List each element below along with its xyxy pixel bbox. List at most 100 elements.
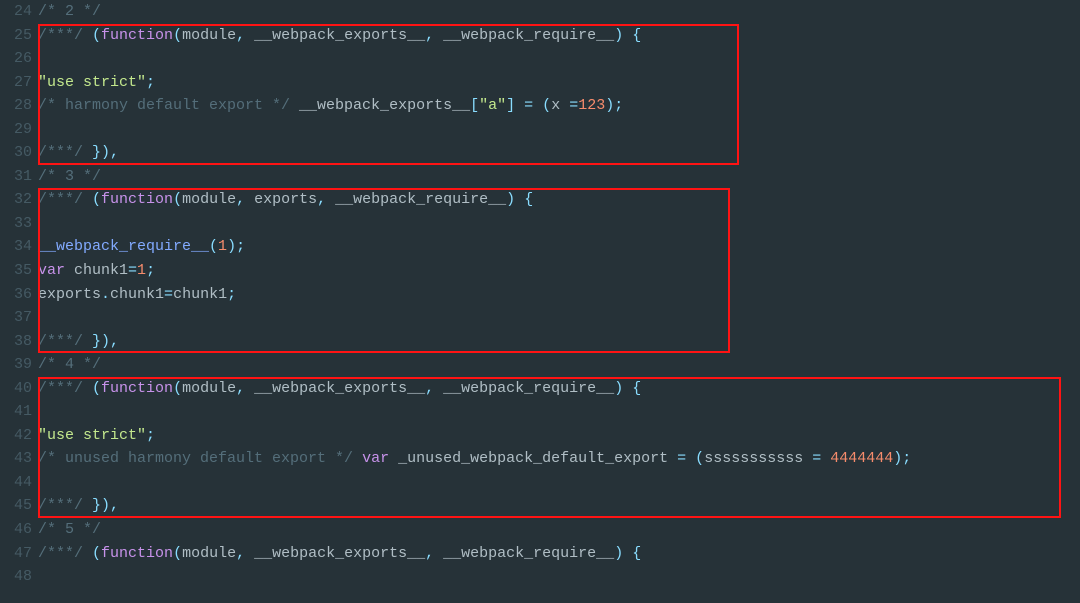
token-punc: ) — [614, 380, 623, 397]
token-punc: ] — [506, 97, 515, 114]
line-number: 31 — [0, 165, 32, 189]
token-default: __webpack_require__ — [443, 380, 614, 397]
token-punc: ); — [893, 450, 911, 467]
token-punc: = — [569, 97, 578, 114]
line-number: 37 — [0, 306, 32, 330]
line-number: 29 — [0, 118, 32, 142]
code-line: /***/ (function(module, __webpack_export… — [38, 24, 1080, 48]
code-line: /***/ (function(module, exports, __webpa… — [38, 188, 1080, 212]
token-number: 1 — [137, 262, 146, 279]
token-punc: ( — [209, 238, 218, 255]
token-default — [83, 144, 92, 161]
token-punc: { — [632, 380, 641, 397]
token-punc: }), — [92, 333, 119, 350]
token-punc: ; — [146, 262, 155, 279]
token-punc: , — [425, 27, 443, 44]
token-default: sssssssssss — [704, 450, 812, 467]
token-comment: /* 5 */ — [38, 521, 101, 538]
line-number: 48 — [0, 565, 32, 589]
token-comment: /***/ — [38, 380, 83, 397]
line-number: 39 — [0, 353, 32, 377]
token-string: "a" — [479, 97, 506, 114]
token-default: _unused_webpack_default_export — [389, 450, 677, 467]
token-comment: /***/ — [38, 144, 83, 161]
token-punc: ( — [173, 191, 182, 208]
line-number: 42 — [0, 424, 32, 448]
token-default: module — [182, 27, 236, 44]
line-number: 33 — [0, 212, 32, 236]
token-punc: , — [236, 27, 254, 44]
token-punc: , — [236, 380, 254, 397]
token-punc: , — [236, 545, 254, 562]
token-default — [83, 333, 92, 350]
code-area[interactable]: /* 2 *//***/ (function(module, __webpack… — [38, 0, 1080, 603]
token-punc: ; — [146, 74, 155, 91]
code-line: /* 5 */ — [38, 518, 1080, 542]
token-number: 1 — [218, 238, 227, 255]
code-line: /***/ }), — [38, 330, 1080, 354]
token-default — [353, 450, 362, 467]
token-punc: ( — [173, 27, 182, 44]
token-punc: [ — [470, 97, 479, 114]
code-line — [38, 565, 1080, 589]
token-default — [83, 191, 92, 208]
token-comment: /***/ — [38, 27, 83, 44]
token-punc: ( — [92, 380, 101, 397]
token-string: "use strict" — [38, 74, 146, 91]
line-number: 35 — [0, 259, 32, 283]
token-fn: __webpack_require__ — [38, 238, 209, 255]
token-keyword: function — [101, 380, 173, 397]
token-punc: = — [164, 286, 173, 303]
token-punc: ; — [146, 427, 155, 444]
line-number: 28 — [0, 94, 32, 118]
code-line: /***/ }), — [38, 494, 1080, 518]
token-default — [515, 191, 524, 208]
token-default — [533, 97, 542, 114]
token-default: chunk1 — [110, 286, 164, 303]
token-default: __webpack_exports__ — [290, 97, 470, 114]
code-line: /***/ }), — [38, 141, 1080, 165]
code-line: /* 3 */ — [38, 165, 1080, 189]
line-number: 43 — [0, 447, 32, 471]
token-punc: ); — [227, 238, 245, 255]
code-line — [38, 306, 1080, 330]
token-punc: ( — [695, 450, 704, 467]
token-default: __webpack_exports__ — [254, 545, 425, 562]
token-punc: ; — [227, 286, 236, 303]
line-number: 40 — [0, 377, 32, 401]
token-default: module — [182, 191, 236, 208]
token-comment: /* 2 */ — [38, 3, 101, 20]
token-default: module — [182, 545, 236, 562]
token-punc: ) — [614, 27, 623, 44]
token-default: __webpack_require__ — [443, 545, 614, 562]
code-line: /***/ (function(module, __webpack_export… — [38, 542, 1080, 566]
code-line — [38, 47, 1080, 71]
line-number: 34 — [0, 235, 32, 259]
code-line: /* 4 */ — [38, 353, 1080, 377]
token-default — [515, 97, 524, 114]
token-default: exports — [254, 191, 317, 208]
token-default: __webpack_exports__ — [254, 27, 425, 44]
token-punc: , — [425, 545, 443, 562]
line-number: 24 — [0, 0, 32, 24]
token-punc: ) — [614, 545, 623, 562]
token-keyword: function — [101, 545, 173, 562]
token-default — [83, 27, 92, 44]
token-punc: = — [677, 450, 686, 467]
token-punc: ); — [605, 97, 623, 114]
token-punc: , — [425, 380, 443, 397]
token-default: __webpack_require__ — [335, 191, 506, 208]
token-default — [686, 450, 695, 467]
token-string: "use strict" — [38, 427, 146, 444]
token-comment: /***/ — [38, 333, 83, 350]
line-number: 36 — [0, 283, 32, 307]
code-line: /* harmony default export */ __webpack_e… — [38, 94, 1080, 118]
code-line: exports.chunk1=chunk1; — [38, 283, 1080, 307]
line-number: 26 — [0, 47, 32, 71]
token-punc: ( — [173, 545, 182, 562]
code-line — [38, 212, 1080, 236]
token-comment: /***/ — [38, 545, 83, 562]
token-punc: }), — [92, 497, 119, 514]
token-comment: /* 4 */ — [38, 356, 101, 373]
token-default: module — [182, 380, 236, 397]
